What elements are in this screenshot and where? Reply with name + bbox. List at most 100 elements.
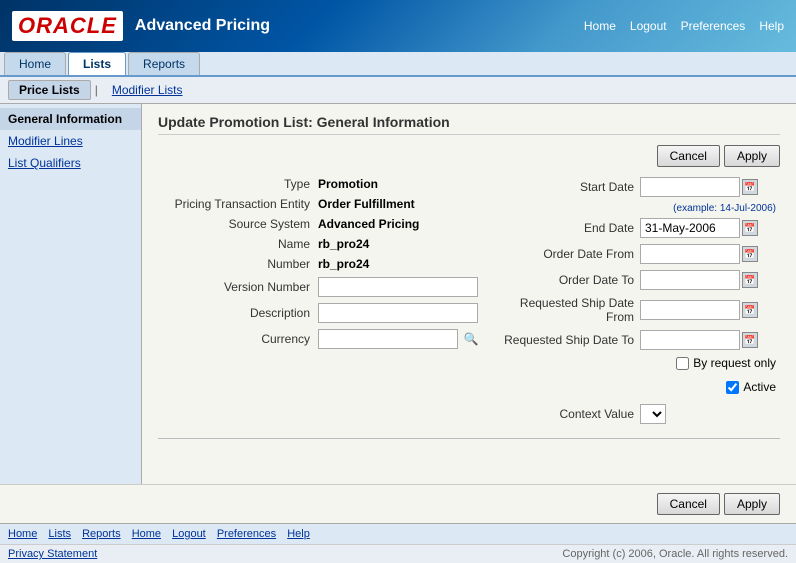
nav-preferences[interactable]: Preferences bbox=[681, 19, 746, 33]
end-date-label: End Date bbox=[500, 221, 640, 235]
cancel-button-top[interactable]: Cancel bbox=[657, 145, 720, 167]
subtab-separator: | bbox=[95, 83, 98, 97]
nav-home[interactable]: Home bbox=[584, 19, 616, 33]
active-checkbox-group: Active bbox=[726, 380, 776, 394]
order-date-to-label: Order Date To bbox=[500, 273, 640, 287]
description-row: Description bbox=[158, 303, 480, 323]
description-input[interactable] bbox=[318, 303, 478, 323]
type-label: Type bbox=[158, 177, 318, 191]
version-row: Version Number bbox=[158, 277, 480, 297]
main-layout: General Information Modifier Lines List … bbox=[0, 104, 796, 484]
req-ship-to-input[interactable] bbox=[640, 330, 740, 350]
currency-search-icon[interactable]: 🔍 bbox=[462, 330, 480, 348]
by-request-checkbox-group: By request only bbox=[676, 356, 776, 370]
subtab-bar: Price Lists | Modifier Lists bbox=[0, 77, 796, 104]
header-nav: Home Logout Preferences Help bbox=[584, 19, 784, 33]
sidebar: General Information Modifier Lines List … bbox=[0, 104, 142, 484]
currency-field-group: 🔍 bbox=[318, 329, 480, 349]
nav-logout[interactable]: Logout bbox=[630, 19, 667, 33]
version-input[interactable] bbox=[318, 277, 478, 297]
by-request-row: By request only bbox=[500, 356, 780, 374]
form-right: Start Date 📅 (example: 14-Jul-2006) End … bbox=[500, 177, 780, 430]
tab-bar: Home Lists Reports bbox=[0, 52, 796, 77]
footer-home[interactable]: Home bbox=[8, 528, 37, 540]
start-date-example: (example: 14-Jul-2006) bbox=[506, 203, 776, 214]
footer-nav-links: Home Lists Reports Home Logout Preferenc… bbox=[8, 528, 318, 540]
start-date-label: Start Date bbox=[500, 180, 640, 194]
active-label: Active bbox=[743, 380, 776, 394]
header-logo: ORACLE Advanced Pricing bbox=[12, 11, 270, 41]
top-buttons: Cancel Apply bbox=[158, 145, 780, 167]
tab-lists[interactable]: Lists bbox=[68, 52, 126, 75]
pricing-entity-row: Pricing Transaction Entity Order Fulfill… bbox=[158, 197, 480, 211]
order-date-to-input[interactable] bbox=[640, 270, 740, 290]
order-date-from-calendar-icon[interactable]: 📅 bbox=[742, 246, 758, 262]
req-ship-from-row: Requested Ship Date From 📅 bbox=[500, 296, 780, 324]
tab-home[interactable]: Home bbox=[4, 52, 66, 75]
start-date-input[interactable] bbox=[640, 177, 740, 197]
footer-privacy: Privacy Statement Copyright (c) 2006, Or… bbox=[0, 544, 796, 563]
subtab-modifier-lists[interactable]: Modifier Lists bbox=[102, 81, 193, 99]
order-date-from-label: Order Date From bbox=[500, 247, 640, 261]
form-left: Type Promotion Pricing Transaction Entit… bbox=[158, 177, 480, 430]
req-ship-from-label: Requested Ship Date From bbox=[500, 296, 640, 324]
order-date-from-input[interactable] bbox=[640, 244, 740, 264]
order-date-to-calendar-icon[interactable]: 📅 bbox=[742, 272, 758, 288]
req-ship-from-calendar-icon[interactable]: 📅 bbox=[742, 302, 758, 318]
by-request-label: By request only bbox=[693, 356, 776, 370]
req-ship-to-label: Requested Ship Date To bbox=[500, 333, 640, 347]
currency-row: Currency 🔍 bbox=[158, 329, 480, 349]
cancel-button-bottom[interactable]: Cancel bbox=[657, 493, 720, 515]
by-request-checkbox[interactable] bbox=[676, 357, 689, 370]
name-value: rb_pro24 bbox=[318, 237, 369, 251]
type-value: Promotion bbox=[318, 177, 378, 191]
order-date-from-row: Order Date From 📅 bbox=[500, 244, 780, 264]
sidebar-item-modifier-lines[interactable]: Modifier Lines bbox=[0, 130, 141, 152]
source-system-label: Source System bbox=[158, 217, 318, 231]
form-section: Type Promotion Pricing Transaction Entit… bbox=[158, 177, 780, 430]
footer-lists[interactable]: Lists bbox=[48, 528, 71, 540]
nav-help[interactable]: Help bbox=[759, 19, 784, 33]
footer-home2[interactable]: Home bbox=[132, 528, 161, 540]
type-row: Type Promotion bbox=[158, 177, 480, 191]
pricing-entity-value: Order Fulfillment bbox=[318, 197, 415, 211]
content-area: Update Promotion List: General Informati… bbox=[142, 104, 796, 484]
currency-label: Currency bbox=[158, 332, 318, 346]
apply-button-top[interactable]: Apply bbox=[724, 145, 780, 167]
number-row: Number rb_pro24 bbox=[158, 257, 480, 271]
footer-help[interactable]: Help bbox=[287, 528, 310, 540]
order-date-to-row: Order Date To 📅 bbox=[500, 270, 780, 290]
pricing-entity-label: Pricing Transaction Entity bbox=[158, 197, 318, 211]
apply-button-bottom[interactable]: Apply bbox=[724, 493, 780, 515]
context-value-row: Context Value bbox=[500, 404, 780, 424]
active-checkbox[interactable] bbox=[726, 381, 739, 394]
description-label: Description bbox=[158, 306, 318, 320]
footer-logout[interactable]: Logout bbox=[172, 528, 206, 540]
sidebar-item-list-qualifiers[interactable]: List Qualifiers bbox=[0, 152, 141, 174]
header: ORACLE Advanced Pricing Home Logout Pref… bbox=[0, 0, 796, 52]
version-label: Version Number bbox=[158, 280, 318, 294]
footer-preferences[interactable]: Preferences bbox=[217, 528, 276, 540]
currency-input[interactable] bbox=[318, 329, 458, 349]
source-system-row: Source System Advanced Pricing bbox=[158, 217, 480, 231]
end-date-calendar-icon[interactable]: 📅 bbox=[742, 220, 758, 236]
req-ship-to-calendar-icon[interactable]: 📅 bbox=[742, 332, 758, 348]
number-value: rb_pro24 bbox=[318, 257, 369, 271]
footer-links: Home Lists Reports Home Logout Preferenc… bbox=[0, 523, 796, 544]
tab-reports[interactable]: Reports bbox=[128, 52, 200, 75]
footer-reports[interactable]: Reports bbox=[82, 528, 121, 540]
sidebar-item-general-information[interactable]: General Information bbox=[0, 108, 141, 130]
subtab-price-lists[interactable]: Price Lists bbox=[8, 80, 91, 100]
context-value-select[interactable] bbox=[640, 404, 666, 424]
start-date-calendar-icon[interactable]: 📅 bbox=[742, 179, 758, 195]
start-date-row: Start Date 📅 bbox=[500, 177, 780, 197]
name-row: Name rb_pro24 bbox=[158, 237, 480, 251]
end-date-row: End Date 📅 bbox=[500, 218, 780, 238]
req-ship-from-input[interactable] bbox=[640, 300, 740, 320]
app-title: Advanced Pricing bbox=[135, 17, 270, 35]
oracle-logo: ORACLE bbox=[12, 11, 123, 41]
privacy-statement-link[interactable]: Privacy Statement bbox=[8, 548, 97, 560]
copyright-text: Copyright (c) 2006, Oracle. All rights r… bbox=[562, 548, 788, 560]
end-date-input[interactable] bbox=[640, 218, 740, 238]
active-row: Active bbox=[500, 380, 780, 398]
